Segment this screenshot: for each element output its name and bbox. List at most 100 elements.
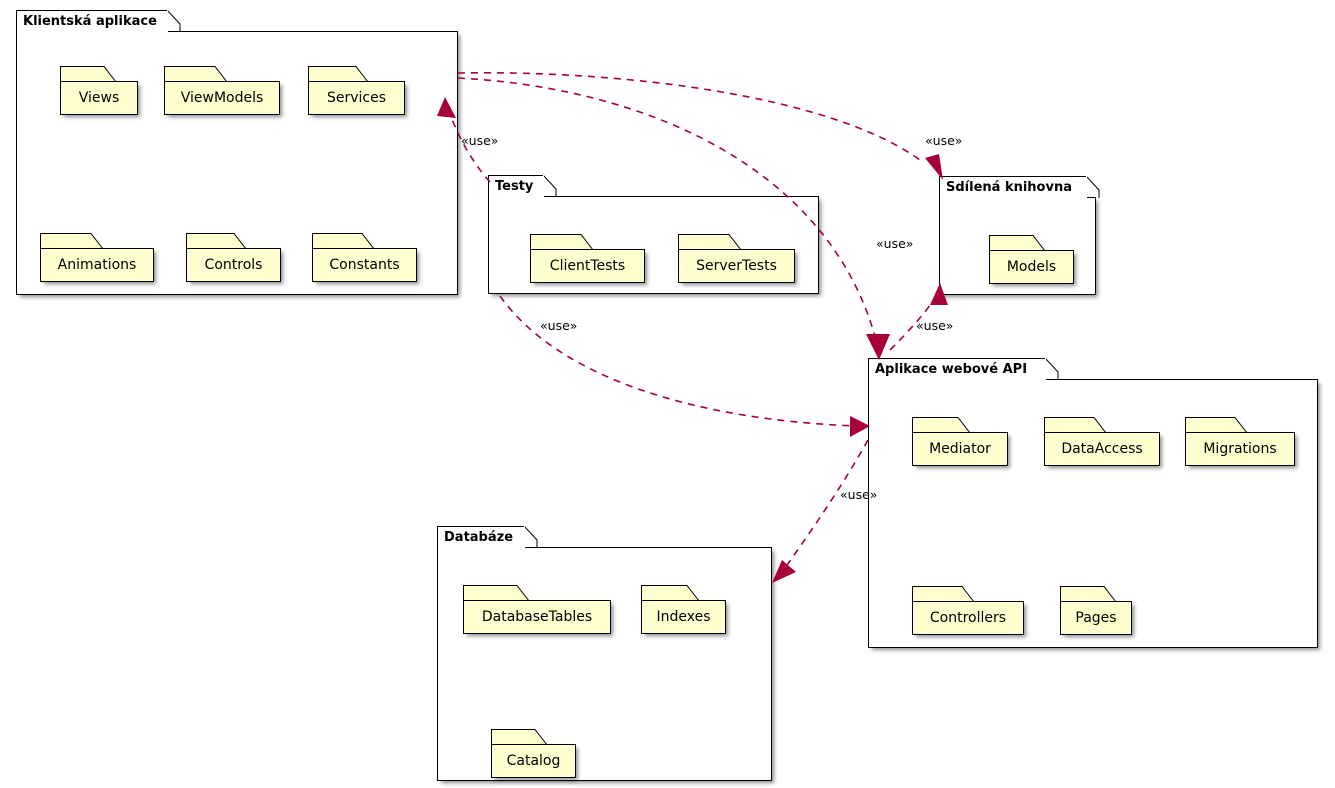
subpackage-clienttests[interactable]: ClientTests — [530, 234, 645, 283]
subpackage-body: Pages — [1060, 601, 1132, 635]
subpackage-label-models: Models — [1006, 259, 1057, 275]
subpackage-mediator[interactable]: Mediator — [912, 417, 1008, 466]
package-title-tests: Testy — [495, 179, 534, 194]
subpackage-body: Controls — [186, 248, 281, 282]
subpackage-label-catalog: Catalog — [506, 753, 561, 769]
subpackage-controls[interactable]: Controls — [186, 233, 281, 282]
subpackage-label-constants: Constants — [329, 257, 400, 273]
package-shared[interactable]: Sdílená knihovna Models — [939, 175, 1100, 295]
package-tab-corner-client — [166, 9, 181, 32]
package-tab-corner-webapi — [1044, 357, 1059, 380]
subpackage-label-servertests: ServerTests — [696, 258, 777, 274]
dependency-link-webapi-to-database — [781, 439, 869, 573]
subpackage-body: Constants — [312, 248, 417, 282]
subpackage-body: Views — [60, 81, 138, 115]
subpackage-databasetables[interactable]: DatabaseTables — [463, 585, 611, 634]
subpackage-servertests[interactable]: ServerTests — [678, 234, 795, 283]
subpackage-folder-tab-icon — [678, 234, 747, 251]
subpackage-folder-tab-icon — [1044, 417, 1112, 434]
subpackage-folder-tab-icon — [530, 234, 599, 251]
subpackage-label-services: Services — [326, 90, 387, 106]
subpackage-folder-tab-icon — [308, 66, 374, 83]
package-tab-database: Databáze — [437, 526, 525, 548]
subpackage-folder-tab-icon — [463, 585, 535, 602]
subpackage-folder-tab-icon — [186, 233, 252, 250]
package-database[interactable]: Databáze DatabaseTables Indexes Catalog — [437, 525, 772, 781]
package-title-webapi: Aplikace webové API — [875, 362, 1028, 377]
dependency-link-tests-to-webapi — [499, 295, 857, 427]
arrowhead-icon-webapi-to-database — [772, 560, 796, 583]
subpackage-pages[interactable]: Pages — [1060, 586, 1132, 635]
subpackage-body: Animations — [40, 248, 154, 282]
use-stereotype-label-tests-to-webapi: «use» — [540, 318, 578, 333]
package-client[interactable]: Klientská aplikace Views ViewModels Service… — [16, 9, 458, 295]
subpackage-folder-tab-icon — [491, 729, 553, 746]
subpackage-label-controllers: Controllers — [929, 610, 1007, 626]
subpackage-folder-tab-icon — [1185, 417, 1253, 434]
subpackage-body: ServerTests — [678, 249, 795, 283]
subpackage-label-viewmodels: ViewModels — [180, 90, 264, 106]
subpackage-body: Migrations — [1185, 432, 1295, 466]
package-title-client: Klientská aplikace — [23, 14, 157, 29]
package-tab-corner-tests — [542, 174, 557, 197]
subpackage-label-dataaccess: DataAccess — [1061, 441, 1143, 457]
subpackage-folder-tab-icon — [912, 417, 976, 434]
subpackage-body: Catalog — [491, 744, 576, 778]
subpackage-viewmodels[interactable]: ViewModels — [164, 66, 280, 115]
subpackage-label-migrations: Migrations — [1203, 441, 1277, 457]
subpackage-folder-tab-icon — [312, 233, 380, 250]
subpackage-folder-tab-icon — [164, 66, 233, 83]
subpackage-folder-tab-icon — [60, 66, 122, 83]
subpackage-constants[interactable]: Constants — [312, 233, 417, 282]
package-title-database: Databáze — [444, 530, 514, 545]
subpackage-dataaccess[interactable]: DataAccess — [1044, 417, 1160, 466]
package-body-database — [437, 547, 772, 781]
package-webapi[interactable]: Aplikace webové API Mediator DataAccess Mig… — [868, 357, 1318, 648]
dependency-link-client-to-shared — [457, 71, 921, 161]
subpackage-body: ViewModels — [164, 81, 280, 115]
subpackage-body: Models — [989, 250, 1074, 284]
package-tab-corner-shared — [1085, 175, 1100, 198]
package-title-shared: Sdílená knihovna — [946, 180, 1072, 195]
use-stereotype-label-client-to-shared: «use» — [925, 133, 963, 148]
subpackage-label-databasetables: DatabaseTables — [481, 609, 593, 625]
subpackage-label-clienttests: ClientTests — [549, 258, 626, 274]
subpackage-body: ClientTests — [530, 249, 645, 283]
subpackage-body: DatabaseTables — [463, 600, 611, 634]
subpackage-label-controls: Controls — [204, 257, 263, 273]
use-stereotype-label-webapi-to-shared: «use» — [916, 318, 954, 333]
subpackage-controllers[interactable]: Controllers — [912, 586, 1024, 635]
subpackage-migrations[interactable]: Migrations — [1185, 417, 1295, 466]
subpackage-services[interactable]: Services — [308, 66, 405, 115]
use-stereotype-label-tests-to-client: «use» — [461, 133, 499, 148]
package-tab-webapi: Aplikace webové API — [868, 358, 1046, 380]
use-stereotype-label-webapi-to-database: «use» — [840, 487, 878, 502]
package-tests[interactable]: Testy ClientTests ServerTests — [488, 174, 819, 294]
subpackage-body: DataAccess — [1044, 432, 1160, 466]
arrowhead-icon-tests-to-webapi — [850, 416, 870, 437]
subpackage-catalog[interactable]: Catalog — [491, 729, 576, 778]
subpackage-label-indexes: Indexes — [656, 609, 711, 625]
package-tab-client: Klientská aplikace — [16, 10, 168, 32]
subpackage-body: Controllers — [912, 601, 1024, 635]
subpackage-indexes[interactable]: Indexes — [641, 585, 726, 634]
subpackage-folder-tab-icon — [1060, 586, 1122, 603]
package-tab-shared: Sdílená knihovna — [939, 176, 1087, 198]
subpackage-label-mediator: Mediator — [929, 441, 991, 457]
subpackage-label-animations: Animations — [57, 257, 137, 273]
package-tab-tests: Testy — [488, 175, 544, 197]
uml-package-diagram: Klientská aplikace Views ViewModels Service… — [0, 0, 1335, 788]
subpackage-animations[interactable]: Animations — [40, 233, 154, 282]
arrowhead-icon-client-to-webapi — [866, 334, 890, 360]
subpackage-views[interactable]: Views — [60, 66, 138, 115]
subpackage-label-views: Views — [78, 90, 120, 106]
package-tab-corner-database — [523, 525, 538, 548]
subpackage-models[interactable]: Models — [989, 235, 1074, 284]
subpackage-body: Indexes — [641, 600, 726, 634]
use-stereotype-label-client-to-webapi: «use» — [876, 236, 914, 251]
subpackage-label-pages: Pages — [1075, 610, 1117, 626]
subpackage-body: Mediator — [912, 432, 1008, 466]
subpackage-body: Services — [308, 81, 405, 115]
subpackage-folder-tab-icon — [912, 586, 980, 603]
subpackage-folder-tab-icon — [40, 233, 109, 250]
